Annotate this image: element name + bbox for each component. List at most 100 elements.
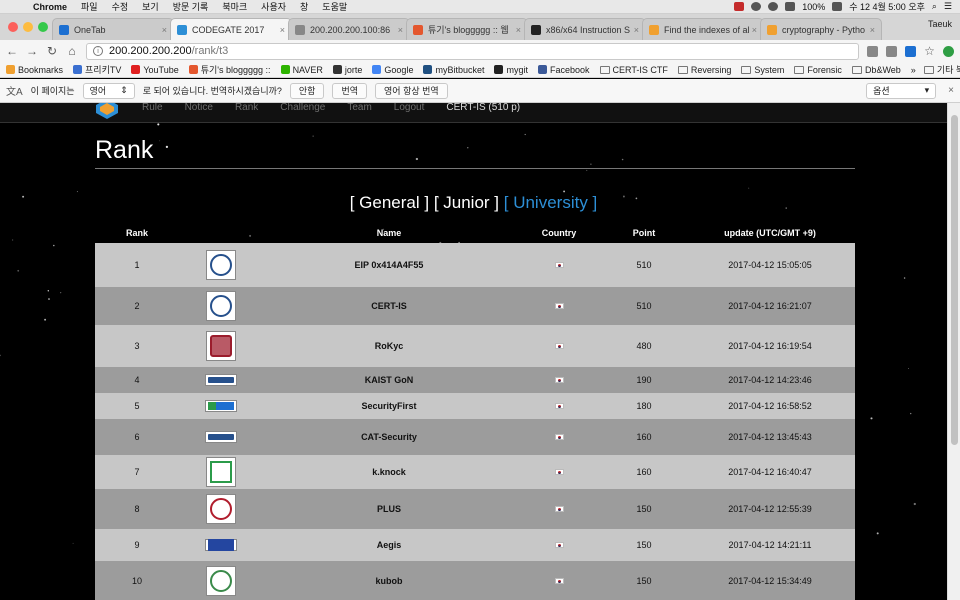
browser-tab[interactable]: 튜기's bloggggg :: 웹 × [406, 18, 528, 40]
nav-rank[interactable]: Rank [235, 103, 258, 113]
translate-never-button[interactable]: 안함 [289, 82, 325, 99]
bookmark-item[interactable]: System [741, 65, 784, 75]
page-scrollbar[interactable] [947, 103, 960, 600]
team-logo-icon [206, 457, 236, 487]
star-dot [72, 542, 74, 544]
chevron-down-icon: ▾ [924, 85, 930, 95]
menu-edit[interactable]: 수정 [105, 0, 136, 13]
menu-people[interactable]: 사용자 [254, 0, 293, 13]
bookmark-item[interactable]: 프리키TV [73, 63, 121, 76]
menu-history[interactable]: 방문 기록 [166, 0, 216, 13]
extension-mail-icon[interactable] [867, 45, 878, 57]
bookmark-item[interactable]: Forensic [794, 65, 842, 75]
browser-tab[interactable]: Find the indexes of al × [642, 18, 764, 40]
clock[interactable]: 수 12 4월 5:00 오후 [849, 0, 925, 13]
extension-grid-icon[interactable] [886, 45, 897, 57]
bookmark-star-icon[interactable]: ☆ [924, 45, 935, 57]
tab-close-icon[interactable]: × [280, 25, 285, 35]
translate-close-button[interactable]: × [944, 85, 954, 96]
bitbucket-icon [423, 65, 433, 74]
bookmark-item[interactable]: 튜기's bloggggg :: [188, 63, 271, 76]
bookmark-item[interactable]: mygit [494, 65, 528, 75]
translate-language-select[interactable]: 영어 ⇕ [82, 82, 135, 99]
codegate-logo-icon[interactable] [96, 103, 118, 119]
filter-university[interactable]: [ University ] [504, 193, 598, 212]
team-logo-icon [205, 539, 237, 551]
menu-app-name[interactable]: Chrome [26, 2, 74, 12]
star-dot [590, 163, 592, 165]
rank-cell: 7 [134, 467, 140, 477]
forward-icon[interactable]: → [26, 44, 38, 58]
address-host: 200.200.200.200 [109, 45, 192, 57]
menu-file[interactable]: 파일 [74, 0, 105, 13]
menu-window[interactable]: 창 [293, 0, 315, 13]
browser-tab[interactable]: OneTab × [52, 18, 174, 40]
zoom-window-button[interactable] [38, 22, 48, 32]
team-name-cell: k.knock [372, 467, 406, 477]
menu-help[interactable]: 도움말 [315, 0, 354, 13]
battery-percent[interactable]: 100% [802, 2, 825, 12]
bookmarks-more-button[interactable]: » [911, 65, 916, 75]
wifi-icon[interactable] [768, 2, 779, 11]
country-cell [515, 393, 603, 419]
team-logo-cell [179, 393, 263, 419]
filter-general[interactable]: [ General ] [350, 193, 429, 212]
menu-list-icon[interactable]: ☰ [944, 1, 952, 12]
bookmark-item[interactable]: Facebook [538, 65, 590, 75]
search-icon[interactable]: ⌕ [932, 1, 937, 12]
translate-always-button[interactable]: 영어 항상 번역 [375, 82, 448, 99]
bookmark-item[interactable]: myBitbucket [423, 65, 484, 75]
translate-button[interactable]: 번역 [332, 82, 368, 99]
other-bookmarks[interactable]: 기타 북마크 [923, 63, 960, 76]
nav-logout[interactable]: Logout [394, 103, 425, 113]
bookmark-item[interactable]: YouTube [131, 65, 179, 75]
bookmark-item[interactable]: NAVER [280, 65, 323, 75]
nav-notice[interactable]: Notice [185, 103, 213, 113]
extension-onetab-icon[interactable] [905, 45, 916, 57]
bookmark-item[interactable]: CERT-IS CTF [599, 65, 668, 75]
extension-green-icon[interactable] [943, 45, 954, 57]
site-navbar: Rule Notice Rank Challenge Team Logout C… [0, 103, 947, 123]
menu-view[interactable]: 보기 [135, 0, 166, 13]
bookmark-item[interactable]: Reversing [677, 65, 731, 75]
browser-tab[interactable]: CODEGATE 2017 × [170, 18, 292, 40]
back-icon[interactable]: ← [6, 44, 18, 58]
address-bar[interactable]: i 200.200.200.200/rank/t3 [86, 42, 859, 60]
bookmarks-bar: Bookmarks 프리키TV YouTube 튜기's bloggggg :: NAV… [0, 62, 960, 78]
reload-icon[interactable]: ↻ [46, 44, 58, 58]
browser-tab[interactable]: cryptography - Pytho × [760, 18, 882, 40]
home-icon[interactable]: ⌂ [66, 44, 78, 58]
tab-close-icon[interactable]: × [870, 25, 875, 35]
browser-tab[interactable]: 200.200.200.100:86 × [288, 18, 410, 40]
scrollbar-thumb[interactable] [951, 115, 958, 445]
nav-rule[interactable]: Rule [142, 103, 163, 113]
korea-flag-icon [554, 343, 564, 349]
browser-tab[interactable]: x86/x64 Instruction S × [524, 18, 646, 40]
cloud-icon[interactable] [751, 2, 762, 11]
tab-close-icon[interactable]: × [752, 25, 757, 35]
flag-icon[interactable] [785, 2, 796, 11]
nav-team[interactable]: Team [347, 103, 371, 113]
update-time-cell: 2017-04-12 12:55:39 [728, 504, 812, 514]
nav-challenge[interactable]: Challenge [280, 103, 325, 113]
bookmark-item[interactable]: Db&Web [851, 65, 901, 75]
star-dot [467, 147, 469, 149]
bookmark-item[interactable]: Google [372, 65, 413, 75]
menu-bookmarks[interactable]: 북마크 [215, 0, 254, 13]
tab-close-icon[interactable]: × [162, 25, 167, 35]
rank-cell: 8 [134, 504, 140, 514]
point-cell: 190 [636, 375, 652, 385]
profile-name[interactable]: Taeuk [920, 19, 960, 35]
info-icon[interactable]: i [93, 46, 103, 56]
tab-close-icon[interactable]: × [634, 25, 639, 35]
bookmark-item[interactable]: jorte [332, 65, 362, 75]
minimize-window-button[interactable] [23, 22, 33, 32]
filter-junior[interactable]: [ Junior ] [434, 193, 499, 212]
korea-flag-icon [554, 262, 564, 268]
tab-close-icon[interactable]: × [398, 25, 403, 35]
tab-close-icon[interactable]: × [516, 25, 521, 35]
translate-options-select[interactable]: 옵션 ▾ [866, 82, 937, 99]
bookmark-item[interactable]: Bookmarks [6, 65, 63, 75]
close-window-button[interactable] [8, 22, 18, 32]
status-app-icon[interactable] [734, 2, 745, 11]
